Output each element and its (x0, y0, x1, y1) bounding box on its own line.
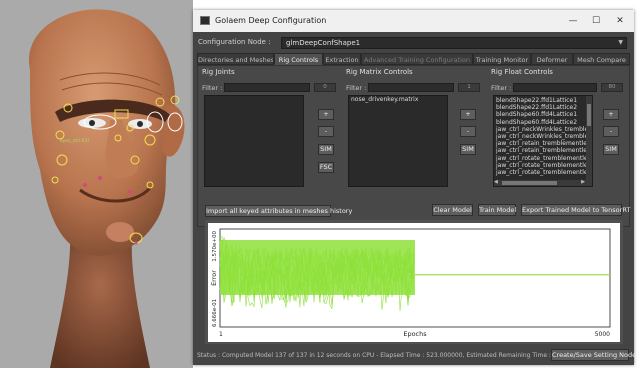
rig-joints-sim-button[interactable]: SIM (318, 144, 334, 155)
rig-matrix-title: Rig Matrix Controls (346, 68, 413, 76)
rig-matrix-filter-input[interactable] (368, 83, 454, 92)
configuration-node-row: Configuration Node : glmDeepConfShape1 ▼ (193, 34, 634, 52)
maximize-button[interactable]: ☐ (586, 14, 606, 28)
list-item[interactable]: blendShape60.ffd4Lattice1 (494, 111, 588, 118)
configuration-node-label: Configuration Node : (198, 38, 271, 46)
rig-matrix-count: 1 (458, 83, 480, 92)
minimize-button[interactable]: — (563, 14, 583, 28)
window-title: Golaem Deep Configuration (215, 16, 327, 25)
rig-float-group: Rig Float Controls Filter : 80 blendShap… (487, 68, 631, 193)
list-item[interactable]: blendShape22.ffd1Lattice2 (494, 104, 588, 111)
tab-advanced-training-configuration[interactable]: Advanced Training Configuration (361, 53, 473, 65)
plot-series (219, 236, 610, 312)
list-item[interactable]: jaw_ctrl_rotate_tremblementlevre (494, 155, 588, 162)
configuration-node-dropdown[interactable]: glmDeepConfShape1 ▼ (281, 37, 627, 49)
rig-float-count: 80 (601, 83, 623, 92)
y-tick-top: 1.570e+00 (212, 231, 218, 262)
rig-joints-list[interactable] (204, 95, 304, 187)
character-head-render: eyes_ctrl.f(1) (0, 0, 193, 368)
title-bar[interactable]: Golaem Deep Configuration — ☐ ✕ (193, 10, 634, 32)
rig-matrix-filter-label: Filter : (346, 84, 367, 92)
tab-extraction[interactable]: Extraction (323, 53, 361, 65)
rig-float-list[interactable]: blendShape22.ffd1Lattice1 blendShape22.f… (493, 95, 593, 187)
rig-float-title: Rig Float Controls (491, 68, 553, 76)
status-bar: Status : Computed Model 137 of 137 in 12… (193, 346, 636, 365)
tab-mesh-compare[interactable]: Mesh Compare (573, 53, 630, 65)
list-item[interactable]: jaw_ctrl_neckWrinkles_trembleme (494, 133, 588, 140)
export-tensorrt-button[interactable]: Export Trained Model to TensorRT (521, 204, 630, 216)
close-button[interactable]: ✕ (610, 14, 630, 28)
rig-joints-filter-input[interactable] (224, 83, 310, 92)
create-save-setting-node-button[interactable]: Create/Save Setting Node (551, 349, 636, 361)
tab-bar: Directories and Meshes Rig Controls Extr… (197, 53, 630, 65)
training-error-plot: 1 5000 Epochs 1.570e+00 6.666e-01 Error (208, 223, 620, 342)
y-axis-label: Error (210, 270, 218, 286)
maya-viewport[interactable]: eyes_ctrl.f(1) (0, 0, 193, 368)
rig-joints-group: Rig Joints Filter : 0 + - SIM FSC (198, 68, 342, 193)
rig-float-sim-button[interactable]: SIM (603, 144, 619, 155)
configuration-node-value: glmDeepConfShape1 (286, 39, 361, 47)
rig-float-horizontal-scrollbar[interactable]: ◀ ▶ (494, 179, 592, 186)
list-item[interactable]: nose_drivenkey.matrix (349, 96, 447, 103)
rig-float-remove-button[interactable]: - (603, 126, 619, 137)
rig-joints-add-button[interactable]: + (318, 109, 334, 120)
rig-matrix-list[interactable]: nose_drivenkey.matrix (348, 95, 448, 187)
rig-matrix-group: Rig Matrix Controls Filter : 1 nose_driv… (342, 68, 487, 193)
clear-model-button[interactable]: Clear Model (432, 204, 473, 216)
viewport-annotation: eyes_ctrl.f(1) (60, 138, 90, 144)
list-item[interactable]: jaw_ctrl_rotate_tremblementlevre (494, 162, 588, 169)
scroll-right-icon[interactable]: ▶ (581, 179, 585, 185)
rig-matrix-sim-button[interactable]: SIM (460, 144, 476, 155)
rig-matrix-add-button[interactable]: + (460, 109, 476, 120)
list-item[interactable]: jaw_ctrl_rotate_tremblementlevre (494, 169, 588, 176)
rig-joints-title: Rig Joints (202, 68, 235, 76)
x-axis-label: Epochs (403, 330, 427, 338)
rig-joints-count: 0 (314, 83, 336, 92)
rig-joints-remove-button[interactable]: - (318, 126, 334, 137)
tab-training-monitor[interactable]: Training Monitor (473, 53, 531, 65)
rig-controls-panel: Rig Joints Filter : 0 + - SIM FSC Rig Ma… (197, 65, 630, 227)
rig-float-filter-input[interactable] (513, 83, 597, 92)
list-item[interactable]: blendShape22.ffd1Lattice1 (494, 97, 588, 104)
rig-float-filter-label: Filter : (491, 84, 512, 92)
golaem-deep-config-window: Golaem Deep Configuration — ☐ ✕ Configur… (193, 10, 636, 365)
x-tick-left: 1 (219, 331, 223, 338)
list-item[interactable]: jaw_ctrl_neckWrinkles_trembleme (494, 126, 588, 133)
list-item[interactable]: blendShape60.ffd4Lattice2 (494, 119, 588, 126)
rig-float-add-button[interactable]: + (603, 109, 619, 120)
rig-matrix-remove-button[interactable]: - (460, 126, 476, 137)
train-model-button[interactable]: Train Model (478, 204, 516, 216)
y-tick-bottom: 6.666e-01 (212, 299, 218, 327)
list-item[interactable]: jaw_ctrl_retain_tremblementlevre (494, 147, 588, 154)
tab-rig-controls[interactable]: Rig Controls (274, 53, 323, 65)
app-icon (200, 16, 210, 25)
error-band-fill (220, 239, 415, 295)
rig-joints-filter-label: Filter : (202, 84, 223, 92)
import-keyed-attributes-button[interactable]: Import all keyed attributes in meshes hi… (205, 205, 352, 217)
error-chart-svg: 1 5000 Epochs 1.570e+00 6.666e-01 Error (210, 228, 611, 338)
rig-joints-fsc-button[interactable]: FSC (318, 162, 334, 173)
x-tick-right: 5000 (595, 331, 610, 338)
status-text: Status : Computed Model 137 of 137 in 12… (197, 352, 582, 359)
scroll-left-icon[interactable]: ◀ (494, 179, 498, 185)
chevron-down-icon: ▼ (618, 39, 623, 46)
training-error-plot-frame: 1 5000 Epochs 1.570e+00 6.666e-01 Error (205, 220, 623, 344)
tab-directories-and-meshes[interactable]: Directories and Meshes (197, 53, 274, 65)
rig-float-vertical-scrollbar[interactable] (586, 96, 592, 180)
list-item[interactable]: jaw_ctrl_retain_tremblementlevre (494, 140, 588, 147)
tab-deformer[interactable]: Deformer (531, 53, 573, 65)
